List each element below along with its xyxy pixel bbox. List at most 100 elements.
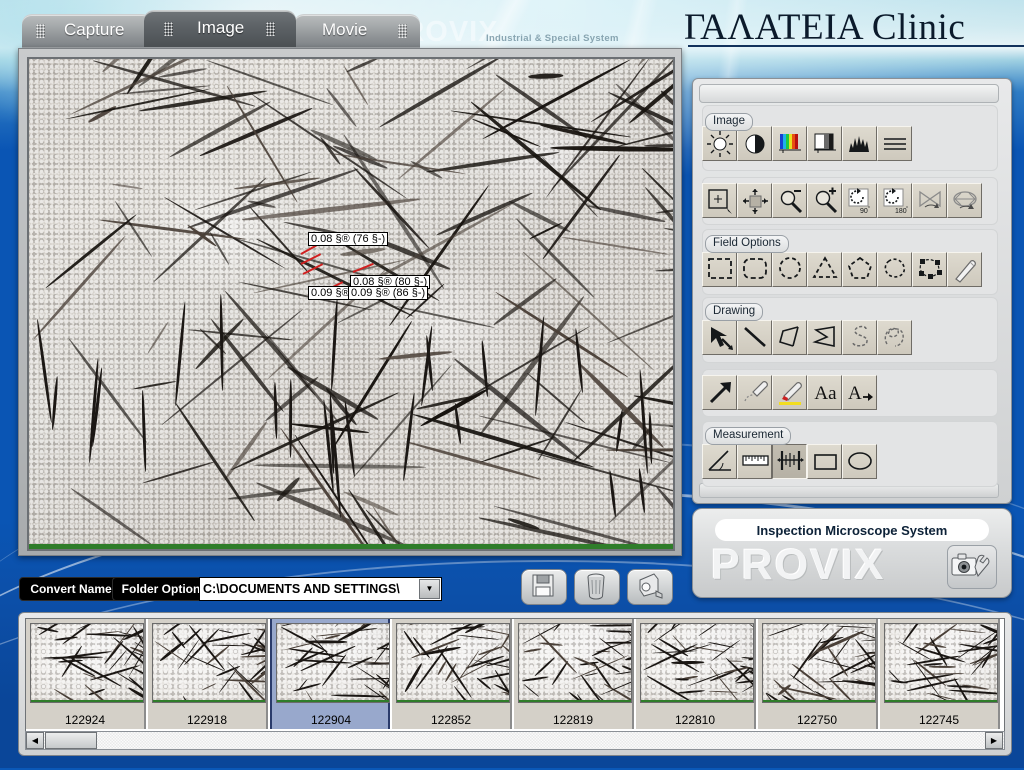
levels-icon[interactable] — [877, 126, 912, 161]
svg-text:90: 90 — [860, 208, 868, 215]
thumbnail-item[interactable]: 122904 — [270, 619, 390, 729]
product-logo: PROVIX — [711, 541, 886, 589]
clinic-title: ΓΑΛΑΤΕΙΑ Clinic — [684, 7, 966, 48]
measure-ellipse-area-icon[interactable] — [842, 444, 877, 479]
product-branding-box: Inspection Microscope System PROVIX — [692, 508, 1012, 598]
text-tool-icon[interactable]: Aa — [807, 375, 842, 410]
select-rounded-rect-icon[interactable] — [737, 252, 772, 287]
thumbnail-item[interactable]: 122750 — [758, 619, 878, 729]
tab-image[interactable]: Image — [144, 10, 296, 47]
thumbnail-item[interactable]: 122852 — [392, 619, 512, 729]
folder-option-label: Folder Option — [121, 582, 201, 596]
polyline-tool-icon[interactable] — [772, 320, 807, 355]
thumbnail-image — [518, 623, 632, 703]
thumbnail-image — [640, 623, 754, 703]
tool-button-row — [702, 252, 982, 287]
scroll-left-button[interactable]: ◀ — [26, 732, 44, 749]
image-canvas[interactable]: 0.08 §® (76 §-) 0.08 §® (80 §-) 0.09 §® 0.0… — [27, 57, 675, 551]
arrow-tool-icon[interactable] — [702, 375, 737, 410]
thumbnail-item[interactable]: 122819 — [514, 619, 634, 729]
line-tool-icon[interactable] — [737, 320, 772, 355]
brightness-icon[interactable] — [702, 126, 737, 161]
thumbnail-caption: 122745 — [918, 713, 960, 727]
thumbnail-item[interactable]: 122745 — [880, 619, 1000, 729]
flip-horizontal-icon[interactable] — [947, 183, 982, 218]
polygon-tool-icon[interactable] — [807, 320, 842, 355]
svg-text:°: ° — [868, 206, 870, 212]
crop-select-icon[interactable] — [702, 183, 737, 218]
flip-vertical-icon[interactable] — [912, 183, 947, 218]
thumbnail-image — [152, 623, 266, 703]
tool-button-row — [702, 126, 912, 161]
rotate-90-icon[interactable]: 90 ° — [842, 183, 877, 218]
thumbnail-item[interactable]: 122810 — [636, 619, 756, 729]
scroll-right-button[interactable]: ▶ — [985, 732, 1003, 749]
thumbnail-caption: 122904 — [310, 713, 352, 727]
thumbnail-item[interactable]: 122918 — [148, 619, 268, 729]
measure-caliper-icon[interactable] — [772, 444, 807, 479]
rotate-180-icon[interactable]: 180 ° — [877, 183, 912, 218]
measurement-label[interactable]: 0.08 §® (76 §-) — [308, 232, 389, 246]
freehand-tool-icon[interactable] — [877, 320, 912, 355]
fit-window-icon[interactable] — [737, 183, 772, 218]
thumbnail-item[interactable]: 122924 — [26, 619, 146, 729]
tool-group-title-measurement: Measurement — [705, 427, 792, 445]
scale-strip — [29, 544, 673, 549]
save-button[interactable] — [521, 569, 567, 605]
svg-text:°: ° — [906, 206, 908, 212]
pencil-tool-icon[interactable] — [737, 375, 772, 410]
zoom-in-icon[interactable] — [807, 183, 842, 218]
tool-group-title-drawing: Drawing — [705, 303, 764, 321]
tab-movie[interactable]: Movie — [294, 14, 420, 47]
pointer-tool-icon[interactable] — [702, 320, 737, 355]
image-viewer-window: 0.08 §® (76 §-) 0.08 §® (80 §-) 0.09 §® 0.0… — [18, 48, 682, 556]
tool-group-title-image: Image — [705, 113, 753, 131]
scrollbar-thumb[interactable] — [45, 732, 97, 749]
contrast-icon[interactable] — [737, 126, 772, 161]
measurement-label[interactable]: 0.09 §® — [308, 286, 353, 300]
grip-dots-icon — [36, 24, 45, 38]
folder-option-button[interactable]: Folder Option — [112, 577, 210, 601]
thumbnail-caption: 122750 — [796, 713, 838, 727]
tab-movie-label: Movie — [322, 20, 368, 39]
zoom-out-icon[interactable] — [772, 183, 807, 218]
rgb-color-icon[interactable] — [772, 126, 807, 161]
tool-panel-header — [699, 84, 999, 103]
magic-wand-icon[interactable] — [947, 252, 982, 287]
select-triangle-icon[interactable] — [807, 252, 842, 287]
histogram-icon[interactable] — [842, 126, 877, 161]
measure-ruler-icon[interactable] — [737, 444, 772, 479]
thumbnail-scale-strip — [641, 700, 753, 702]
folder-path-combobox[interactable]: C:\DOCUMENTS AND SETTINGS\ ▼ — [199, 577, 442, 601]
thumbnail-list[interactable]: 122924 122918 122904 122852 122819 122810 1227… — [25, 618, 1005, 732]
grip-dots-icon — [398, 24, 407, 38]
delete-button[interactable] — [574, 569, 620, 605]
grip-dots-icon — [266, 22, 275, 36]
tab-capture[interactable]: Capture — [22, 14, 152, 47]
measure-rect-area-icon[interactable] — [807, 444, 842, 479]
text-arrow-tool-icon[interactable]: A — [842, 375, 877, 410]
select-rectangle-icon[interactable] — [702, 252, 737, 287]
select-pentagon-icon[interactable] — [842, 252, 877, 287]
measurement-label[interactable]: 0.09 §® (86 §-) — [348, 286, 429, 300]
camera-settings-button[interactable] — [947, 545, 997, 589]
print-button[interactable] — [627, 569, 673, 605]
thumbnail-scale-strip — [885, 700, 997, 702]
thumbnail-scale-strip — [31, 700, 143, 702]
convert-name-button[interactable]: Convert Name — [19, 577, 123, 601]
select-freeform-icon[interactable] — [877, 252, 912, 287]
select-circle-icon[interactable] — [772, 252, 807, 287]
tool-group-title-field-options: Field Options — [705, 235, 789, 253]
select-polygon-nodes-icon[interactable] — [912, 252, 947, 287]
thumbnail-image — [276, 623, 390, 703]
thumbnail-scrollbar[interactable]: ◀ ▶ — [25, 731, 1005, 750]
measure-angle-icon[interactable] — [702, 444, 737, 479]
thumbnail-caption: 122852 — [430, 713, 472, 727]
thumbnail-scale-strip — [763, 700, 875, 702]
thumbnail-caption: 122924 — [64, 713, 106, 727]
curve-tool-icon[interactable] — [842, 320, 877, 355]
highlighter-tool-icon[interactable] — [772, 375, 807, 410]
chevron-down-icon[interactable]: ▼ — [419, 579, 440, 599]
gray-level-icon[interactable] — [807, 126, 842, 161]
provix-watermark-subtitle: Industrial & Special System — [486, 33, 619, 44]
